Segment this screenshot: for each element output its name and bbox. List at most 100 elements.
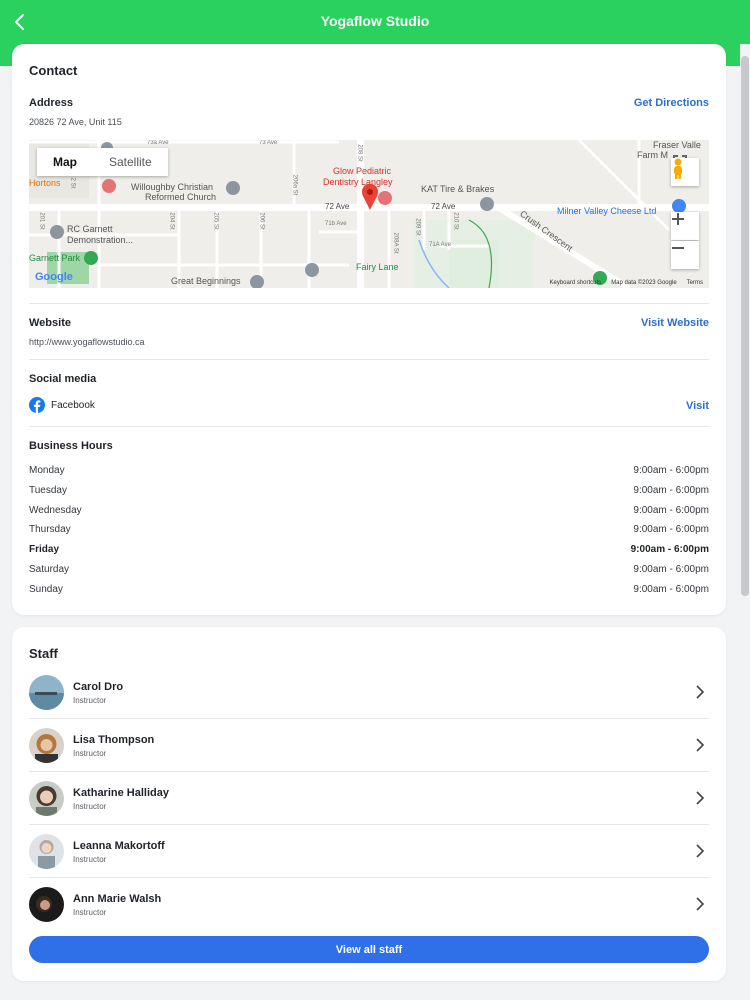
divider <box>29 359 709 360</box>
hours-time: 9:00am - 6:00pm <box>630 544 709 555</box>
map-label-church-2: Reformed Church <box>145 192 217 202</box>
map-label-210st: 210 St <box>452 212 459 230</box>
map-label-71aave: 71A Ave <box>429 242 451 248</box>
map-label-fairy: Fairy Lane <box>356 262 399 272</box>
map-label-milner: Milner Valley Cheese Ltd <box>557 206 657 216</box>
staff-title: Staff <box>29 646 58 661</box>
zoom-in-button[interactable] <box>671 212 699 240</box>
hours-day: Sunday <box>29 584 63 595</box>
hours-time: 9:00am - 6:00pm <box>633 584 709 595</box>
map-label-208st: 208 St <box>356 144 363 162</box>
zoom-out-button[interactable] <box>671 241 699 269</box>
social-media-label: Social media <box>29 373 97 385</box>
map-label-kat: KAT Tire & Brakes <box>421 184 495 194</box>
hours-day: Tuesday <box>29 485 67 496</box>
map-label-205st: 205 St <box>212 212 219 230</box>
hours-day: Monday <box>29 465 65 476</box>
map-embed[interactable]: Glow Pediatric Dentistry Langley KAT Tir… <box>29 140 709 288</box>
map-label-fraser-2: Farm M <box>637 150 668 160</box>
chevron-right-icon <box>696 685 705 699</box>
keyboard-shortcuts-link[interactable]: Keyboard shortcuts <box>549 280 601 286</box>
map-type-map[interactable]: Map <box>37 148 93 176</box>
contact-card: Contact Address Get Directions 20826 72 … <box>12 44 726 615</box>
hours-row-friday: Friday 9:00am - 6:00pm <box>29 544 709 558</box>
map-label-rc-2: Demonstration... <box>67 235 134 245</box>
avatar <box>29 781 64 816</box>
staff-role: Instructor <box>73 855 107 864</box>
staff-role: Instructor <box>73 908 107 917</box>
hours-time: 9:00am - 6:00pm <box>633 485 709 496</box>
chevron-right-icon <box>696 791 705 805</box>
view-all-staff-button[interactable]: View all staff <box>29 936 709 963</box>
business-hours-label: Business Hours <box>29 440 113 452</box>
facebook-label: Facebook <box>51 399 95 411</box>
map-label-209st: 209 St <box>414 218 421 236</box>
divider <box>29 303 709 304</box>
map-label-fraser: Fraser Valle <box>653 140 701 150</box>
address-label: Address <box>29 97 74 109</box>
staff-role: Instructor <box>73 696 107 705</box>
staff-role: Instructor <box>73 749 107 758</box>
chevron-right-icon <box>696 844 705 858</box>
contact-title: Contact <box>29 63 78 78</box>
hours-time: 9:00am - 6:00pm <box>633 465 709 476</box>
facebook-row: Facebook <box>29 397 95 413</box>
staff-role: Instructor <box>73 802 107 811</box>
staff-name: Katharine Halliday <box>73 787 169 799</box>
staff-card: Staff Carol Dro Instructor Lisa Thompson <box>12 627 726 981</box>
map-label-great: Great Beginnings <box>171 276 241 286</box>
map-type-satellite[interactable]: Satellite <box>93 148 168 176</box>
staff-name: Lisa Thompson <box>73 734 155 746</box>
map-label-church: Willoughby Christian <box>131 182 214 192</box>
staff-row-katharine-halliday[interactable]: Katharine Halliday Instructor <box>29 772 709 825</box>
chevron-right-icon <box>696 897 705 911</box>
staff-name: Ann Marie Walsh <box>73 893 162 905</box>
staff-name: Leanna Makortoff <box>73 840 165 852</box>
map-footer: Keyboard shortcuts Map data ©2023 Google… <box>549 280 703 286</box>
avatar <box>29 675 64 710</box>
terms-link[interactable]: Terms <box>687 280 703 286</box>
map-label-garnett: Garnett Park <box>29 253 81 263</box>
divider <box>29 426 709 427</box>
hours-row-thursday: Thursday 9:00am - 6:00pm <box>29 524 709 538</box>
map-label-73aave: 73 Ave <box>259 140 278 146</box>
page-title: Yogaflow Studio <box>320 13 430 29</box>
hours-row-saturday: Saturday 9:00am - 6:00pm <box>29 564 709 578</box>
map-type-toggle: Map Satellite <box>37 148 168 176</box>
hours-row-monday: Monday 9:00am - 6:00pm <box>29 465 709 479</box>
map-label-glow-2: Dentistry Langley <box>323 177 393 187</box>
map-label-206st: 206 St <box>258 212 265 230</box>
website-label: Website <box>29 317 71 329</box>
hours-day: Friday <box>29 544 60 555</box>
pegman-icon <box>674 158 682 179</box>
map-label-72ave-2: 72 Ave <box>431 202 456 211</box>
avatar <box>29 834 64 869</box>
visit-website-link[interactable]: Visit Website <box>641 317 709 329</box>
map-label-72ave: 72 Ave <box>325 202 350 211</box>
hours-time: 9:00am - 6:00pm <box>633 524 709 535</box>
facebook-icon <box>29 397 45 413</box>
scrollbar-thumb[interactable] <box>741 56 749 596</box>
hours-day: Wednesday <box>29 505 82 516</box>
chevron-right-icon <box>696 738 705 752</box>
staff-row-lisa-thompson[interactable]: Lisa Thompson Instructor <box>29 719 709 772</box>
website-url: http://www.yogaflowstudio.ca <box>29 337 145 347</box>
hours-time: 9:00am - 6:00pm <box>633 564 709 575</box>
staff-row-leanna-makortoff[interactable]: Leanna Makortoff Instructor <box>29 825 709 878</box>
plus-icon <box>672 213 684 225</box>
hours-row-wednesday: Wednesday 9:00am - 6:00pm <box>29 505 709 519</box>
staff-name: Carol Dro <box>73 681 124 693</box>
hours-day: Saturday <box>29 564 70 575</box>
visit-facebook-link[interactable]: Visit <box>686 400 709 412</box>
map-label-206ast: 206a St <box>291 174 298 196</box>
hours-row-tuesday: Tuesday 9:00am - 6:00pm <box>29 485 709 499</box>
google-logo: Google <box>35 271 73 283</box>
staff-row-carol-dro[interactable]: Carol Dro Instructor <box>29 666 709 719</box>
get-directions-link[interactable]: Get Directions <box>634 97 709 109</box>
map-label-hortons: Hortons <box>29 178 61 188</box>
street-view-pegman[interactable] <box>671 158 699 186</box>
map-label-rc: RC Garnett <box>67 224 113 234</box>
staff-row-ann-marie-walsh[interactable]: Ann Marie Walsh Instructor <box>29 878 709 931</box>
minus-icon <box>672 247 684 249</box>
hours-row-sunday: Sunday 9:00am - 6:00pm <box>29 584 709 598</box>
